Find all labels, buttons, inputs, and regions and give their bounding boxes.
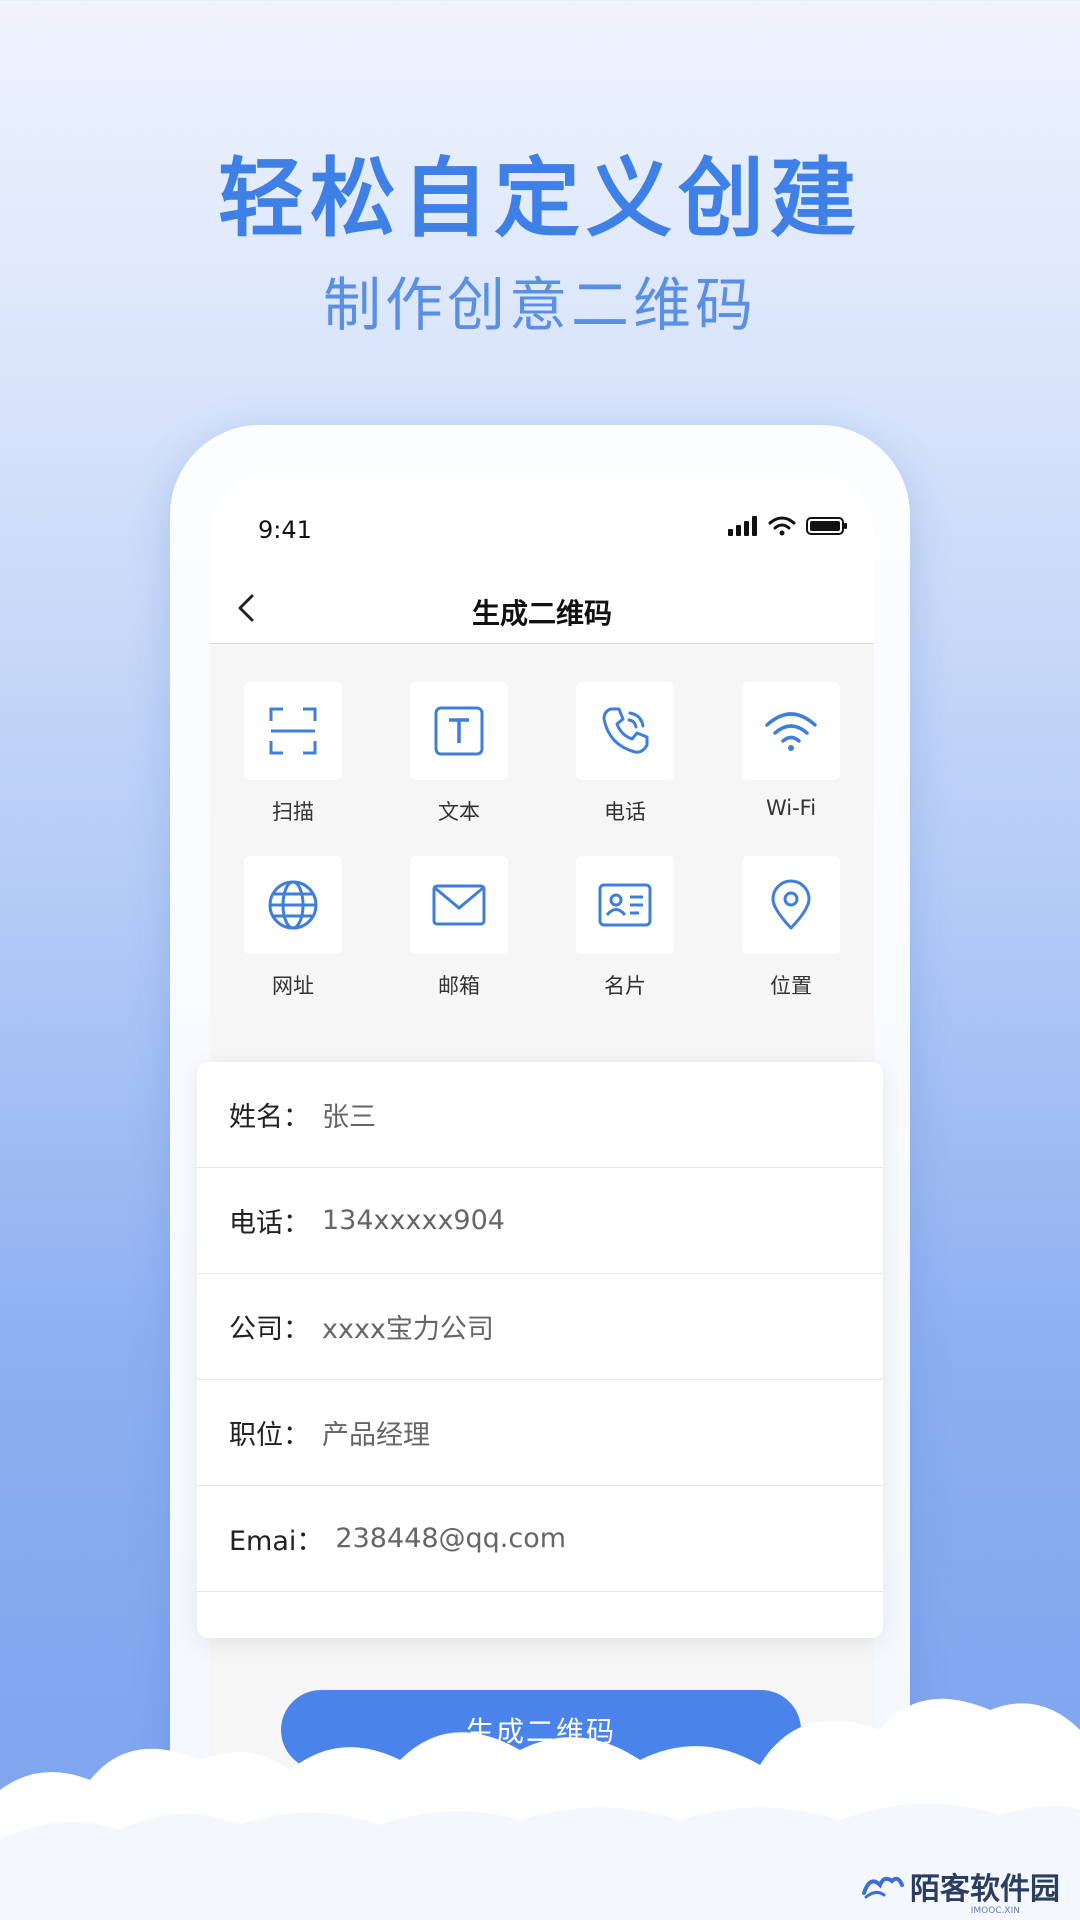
page-title: 生成二维码	[471, 597, 612, 630]
email-field[interactable]: 238448@qq.com	[335, 1523, 566, 1554]
grid-item-scan[interactable]: 扫描	[210, 682, 376, 826]
grid-item-card[interactable]: 名片	[542, 856, 708, 1000]
nav-bar: 生成二维码	[210, 572, 874, 644]
form-row-phone[interactable]: 电话： 134xxxxx904	[197, 1168, 883, 1274]
signal-icon	[728, 516, 757, 536]
hero-title: 轻松自定义创建	[218, 149, 862, 249]
form-row-name[interactable]: 姓名： 张三	[197, 1062, 883, 1168]
company-field[interactable]: xxxx宝力公司	[322, 1307, 494, 1346]
form-row-company[interactable]: 公司： xxxx宝力公司	[197, 1274, 883, 1380]
tile	[576, 856, 674, 954]
grid-item-label: 文本	[438, 800, 480, 824]
tile	[410, 682, 508, 780]
grid-item-label: 位置	[770, 974, 812, 998]
grid-item-label: 网址	[272, 974, 314, 998]
tile	[244, 856, 342, 954]
form-row-email[interactable]: Emai： 238448@qq.com	[197, 1486, 883, 1592]
business-card-icon	[598, 883, 652, 927]
grid-item-label: 电话	[604, 800, 646, 824]
text-icon	[434, 706, 484, 756]
position-field[interactable]: 产品经理	[322, 1413, 430, 1452]
tile	[244, 682, 342, 780]
grid-item-label: Wi-Fi	[765, 796, 817, 820]
form-row-position[interactable]: 职位： 产品经理	[197, 1380, 883, 1486]
tile	[410, 856, 508, 954]
grid-item-label: 邮箱	[438, 974, 480, 998]
battery-icon	[806, 517, 847, 535]
contact-form: 姓名： 张三 电话： 134xxxxx904 公司： xxxx宝力公司 职位： …	[197, 1062, 883, 1638]
hero-subtitle: 制作创意二维码	[322, 271, 757, 339]
phone-icon	[602, 707, 649, 754]
watermark-text: 陌客软件园	[910, 1872, 1060, 1907]
tile	[742, 682, 840, 780]
grid-item-location[interactable]: 位置	[708, 856, 874, 1000]
mail-icon	[432, 884, 486, 926]
status-icons	[728, 516, 848, 536]
field-label: 公司：	[229, 1314, 310, 1345]
field-label: Emai：	[229, 1526, 324, 1557]
location-icon	[771, 879, 811, 930]
wifi-status-icon	[768, 516, 796, 536]
tile	[742, 856, 840, 954]
watermark: 陌客软件园	[860, 1864, 1060, 1908]
field-label: 姓名：	[229, 1102, 310, 1133]
phone-field[interactable]: 134xxxxx904	[322, 1205, 505, 1236]
grid-item-wifi[interactable]: Wi-Fi	[708, 682, 874, 826]
globe-icon	[268, 880, 318, 930]
scan-icon	[269, 707, 317, 755]
status-bar: 9:41	[210, 472, 874, 572]
grid-item-phone[interactable]: 电话	[542, 682, 708, 826]
grid-item-text[interactable]: 文本	[376, 682, 542, 826]
field-label: 电话：	[229, 1208, 310, 1239]
grid-item-label: 扫描	[272, 800, 314, 824]
grid-item-mail[interactable]: 邮箱	[376, 856, 542, 1000]
wifi-icon	[765, 712, 817, 751]
watermark-logo-icon	[862, 1876, 904, 1899]
field-label: 职位：	[229, 1420, 310, 1451]
name-field[interactable]: 张三	[322, 1095, 376, 1134]
watermark-subtext: IMOOC.XIN	[970, 1906, 1020, 1916]
status-time: 9:41	[258, 516, 312, 544]
grid-item-url[interactable]: 网址	[210, 856, 376, 1000]
tile	[576, 682, 674, 780]
type-grid: 扫描 文本 电话 Wi-Fi 网址 邮箱 名片 位置	[210, 682, 874, 1000]
grid-item-label: 名片	[604, 974, 646, 998]
